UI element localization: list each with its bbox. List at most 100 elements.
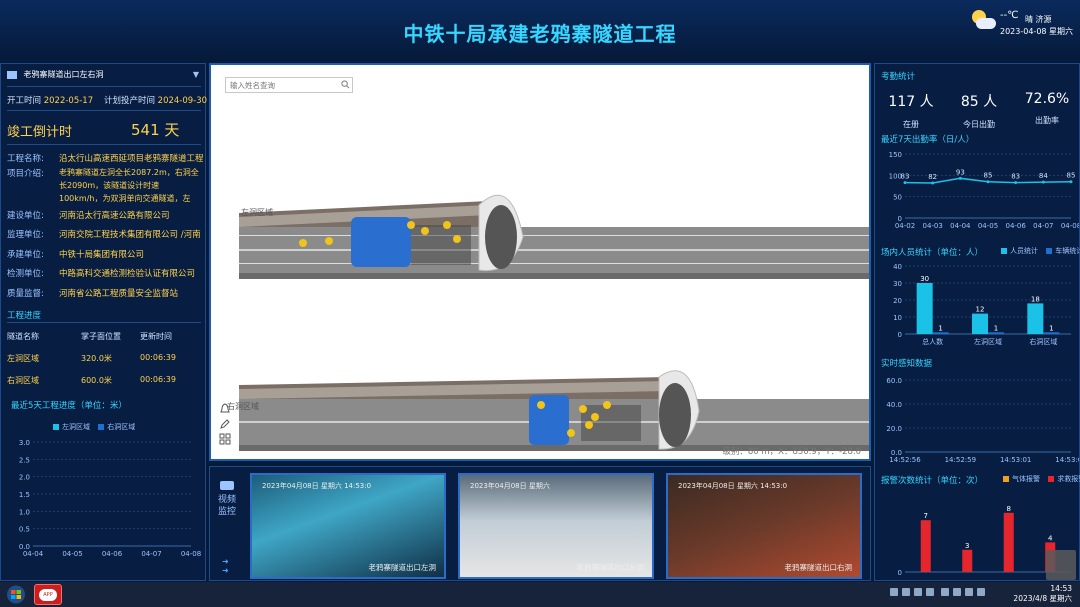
x-tick-label: 04-03 xyxy=(922,222,942,230)
edit-icon[interactable] xyxy=(219,418,231,430)
y-tick-label: 3.0 xyxy=(19,439,30,447)
info-row-builder: 建设单位: 河南沿太行高速公路有限公司 xyxy=(7,211,170,221)
data-point xyxy=(986,180,990,184)
x-tick-label: 14:52:56 xyxy=(889,456,921,464)
left-tunnel-label[interactable]: 左洞区域 xyxy=(241,207,273,218)
tunnel-map[interactable]: 左洞区域 右洞区域 级别：80 m，X：850.9，Y：-28.0 xyxy=(209,63,871,461)
windows-start-icon[interactable] xyxy=(4,584,28,605)
project-dates: 开工时间 2022-05-17 计划投产时间 2024-09-30 xyxy=(7,94,207,106)
divider xyxy=(7,144,201,145)
x-tick-label: 04-08 xyxy=(181,550,201,558)
taskbar-app-icon[interactable]: APP xyxy=(34,584,62,605)
y-tick-label: 150 xyxy=(889,151,902,159)
y-tick-label: 20 xyxy=(893,297,902,305)
system-tray[interactable] xyxy=(890,588,1030,600)
bar-label: 18 xyxy=(1031,295,1040,303)
weather-desc: 晴 济源 xyxy=(1025,15,1052,24)
progress-title: 工程进度 xyxy=(7,311,42,321)
x-tick-label: 右洞区域 xyxy=(1029,337,1057,346)
chevron-down-icon[interactable]: ▼ xyxy=(193,70,199,79)
bar xyxy=(920,520,931,572)
data-point xyxy=(1069,180,1073,184)
sensor-title: 实时感知数据 xyxy=(881,359,933,369)
project-name: 老鸦寨隧道出口左右洞 xyxy=(23,70,104,79)
data-label: 83 xyxy=(1011,173,1020,181)
bell-icon[interactable] xyxy=(219,403,231,415)
weather-date: 2023-04-08 星期六 xyxy=(1000,27,1074,36)
bar-label: 3 xyxy=(965,542,969,550)
project-intro: 老鸦寨隧道左洞全长2087.2m，右洞全长2090m，该隧道设计时速100km/… xyxy=(59,168,199,203)
divider xyxy=(7,110,201,111)
data-point xyxy=(1041,180,1045,184)
y-tick-label: 1.0 xyxy=(19,508,30,516)
tunnel-diagram xyxy=(239,194,869,451)
y-tick-label: 60.0 xyxy=(886,377,902,385)
x-tick-label: 04-02 xyxy=(895,222,915,230)
progress-table: 隧道名称 掌子面位置 更新时间 左洞区域 320.0米 00:06:39 右洞区… xyxy=(7,331,197,397)
tray-icon xyxy=(940,588,949,596)
progress-chart-title: 最近5天工程进度（单位：米） xyxy=(11,401,127,411)
x-tick-label: 04-04 xyxy=(23,550,44,558)
plan-date: 2024-09-30 xyxy=(157,96,208,106)
statistics-panel: 考勤统计 117 人 在册 85 人 今日出勤 72.6% 出勤率 最近7天出勤… xyxy=(874,63,1080,581)
taskbar-clock[interactable]: 14:53 2023/4/8 星期六 xyxy=(1013,584,1072,604)
countdown-label: 竣工倒计时 xyxy=(7,125,73,140)
table-row[interactable]: 右洞区域 600.0米 00:06:39 xyxy=(7,375,197,397)
bar xyxy=(916,283,933,334)
bar xyxy=(988,332,1004,334)
video-feed-1[interactable]: 2023年04月08日 星期六 14:53:0 老鸦寨隧道出口左洞 xyxy=(250,473,446,579)
bar-label: 1 xyxy=(994,324,998,332)
x-tick-label: 04-08 xyxy=(1061,222,1079,230)
attendance-rate-chart: 05010015004-02 04-03 04-04 04-05 04-06 04-07 0… xyxy=(889,151,1079,230)
info-row-contractor: 承建单位: 中铁十局集团有限公司 xyxy=(7,250,145,260)
partly-cloudy-icon xyxy=(970,10,996,32)
plan-label: 计划投产时间 xyxy=(103,96,155,106)
grid-icon[interactable] xyxy=(219,433,231,445)
stat-registered: 117 人 在册 xyxy=(888,94,934,129)
bar-label: 12 xyxy=(976,306,985,314)
weather-widget: --℃ 晴 济源 2023-04-08 星期六 xyxy=(970,8,1073,40)
map-toolbar xyxy=(219,403,233,459)
alarm-title: 报警次数统计（单位：次） xyxy=(881,476,984,486)
taskbar: APP 14:53 2023/4/8 星期六 xyxy=(0,582,1080,607)
bar xyxy=(932,332,949,334)
x-tick-label: 04-07 xyxy=(1033,222,1053,230)
x-tick-label: 14:53:01 xyxy=(1000,456,1031,464)
project-selector[interactable]: 老鸦寨隧道出口左右洞 ▼ xyxy=(7,69,201,83)
x-tick-label: 04-05 xyxy=(62,550,82,558)
x-tick-label: 总人数 xyxy=(922,337,943,346)
data-label: 85 xyxy=(1067,172,1076,180)
bar-label: 1 xyxy=(938,324,942,332)
floating-action-button[interactable] xyxy=(1046,550,1076,580)
x-tick-label: 04-06 xyxy=(1005,222,1026,230)
bar-label: 4 xyxy=(1048,534,1053,542)
table-row[interactable]: 左洞区域 320.0米 00:06:39 xyxy=(7,353,197,375)
video-feed-3[interactable]: 2023年04月08日 星期六 14:53:0 老鸦寨隧道出口右洞 xyxy=(666,473,862,579)
x-tick-label: 14:53:02 xyxy=(1055,456,1079,464)
data-label: 83 xyxy=(901,173,910,181)
bar-label: 1 xyxy=(1049,324,1053,332)
bar xyxy=(1027,303,1044,334)
y-tick-label: 40.0 xyxy=(886,401,902,409)
scroll-arrows[interactable]: ➜ ➜ xyxy=(222,557,229,575)
x-tick-label: 14:52:59 xyxy=(945,456,976,464)
y-tick-label: 2.5 xyxy=(19,456,30,464)
people-title: 场内人员统计（单位：人） xyxy=(881,248,984,258)
bar xyxy=(962,549,973,572)
divider xyxy=(7,322,201,323)
video-title: 视频监控 xyxy=(218,481,236,551)
y-tick-label: 10 xyxy=(893,314,902,322)
x-tick-label: 04-07 xyxy=(141,550,161,558)
data-point xyxy=(1014,181,1018,185)
bar-label: 30 xyxy=(920,275,929,283)
tray-icon xyxy=(976,588,985,596)
header-bar: 中铁十局承建老鸦寨隧道工程 --℃ 晴 济源 2023-04-08 星期六 xyxy=(0,0,1080,60)
video-feed-2[interactable]: 2023年04月08日 星期六 老鸦寨隧道出口左洞 xyxy=(458,473,654,579)
coordinate-readout: 级别：80 m，X：850.9，Y：-28.0 xyxy=(722,447,861,457)
y-tick-label: 30 xyxy=(893,280,902,288)
divider xyxy=(7,86,201,87)
project-info-panel: 老鸦寨隧道出口左右洞 ▼ 开工时间 2022-05-17 计划投产时间 2024… xyxy=(0,63,207,581)
people-legend: 人员统计 车辆统计 xyxy=(995,246,1080,256)
countdown-value: 541 天 xyxy=(131,121,180,139)
stat-present: 85 人 今日出勤 xyxy=(960,94,998,129)
